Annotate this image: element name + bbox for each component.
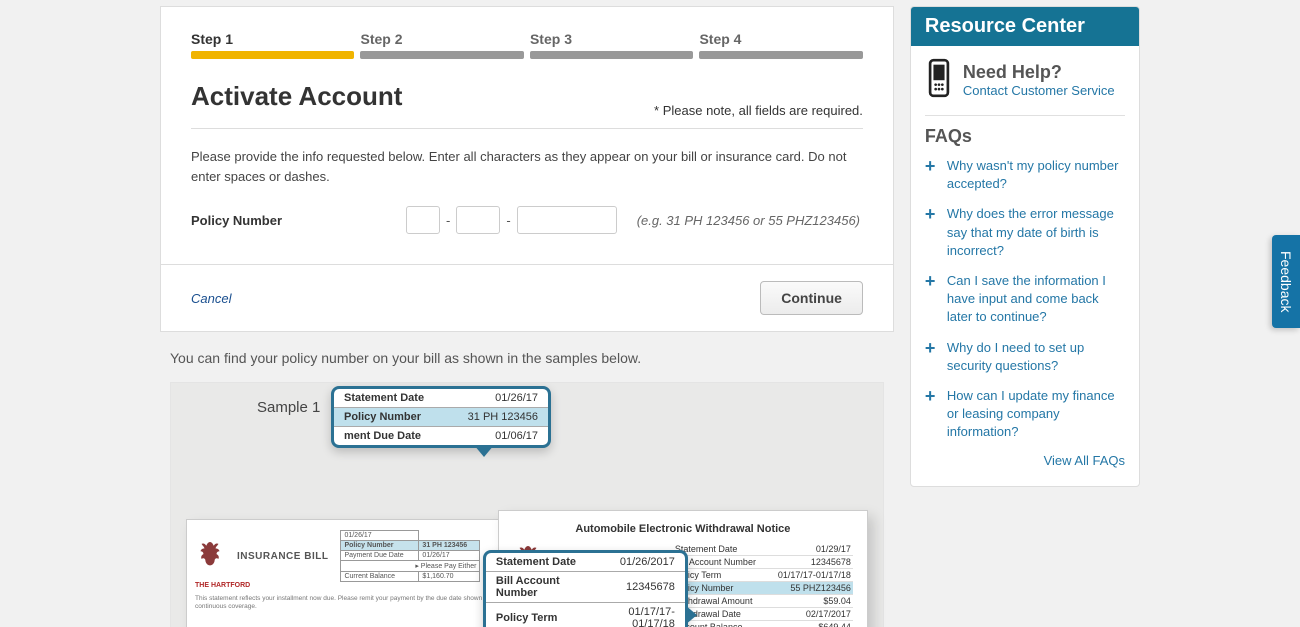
policy-number-inputs: - - [406, 206, 617, 234]
bill2-table: Statement Date01/29/17Bill Account Numbe… [673, 543, 853, 627]
policy-part2-input[interactable] [456, 206, 500, 234]
faqs-title: FAQs [925, 126, 1125, 147]
step-4: Step 4 [699, 31, 862, 59]
sample-stage: Sample 1 Sample 2 INSURANCE BILL [170, 382, 884, 627]
policy-number-label: Policy Number [191, 213, 396, 228]
resource-center-title: Resource Center [911, 7, 1139, 46]
dash: - [446, 213, 450, 228]
policy-part1-input[interactable] [406, 206, 440, 234]
step-label: Step 2 [360, 31, 523, 47]
bill2-title: Automobile Electronic Withdrawal Notice [513, 523, 853, 535]
faq-question: Why do I need to set up security questio… [947, 339, 1125, 375]
faq-item[interactable]: + Why do I need to set up security questi… [925, 339, 1125, 375]
stepper: Step 1 Step 2 Step 3 Step 4 [191, 31, 863, 59]
need-help-block: Need Help? Contact Customer Service [925, 58, 1125, 101]
sample-1-callout: Statement Date01/26/17 Policy Number31 P… [331, 386, 551, 448]
page-title: Activate Account [191, 81, 402, 112]
faq-item[interactable]: + Why does the error message say that my … [925, 205, 1125, 260]
expand-plus-icon: + [925, 387, 939, 405]
view-all-faqs-link[interactable]: View All FAQs [1044, 453, 1125, 468]
expand-plus-icon: + [925, 272, 939, 290]
faq-question: How can I update my finance or leasing c… [947, 387, 1125, 442]
policy-number-row: Policy Number - - (e.g. 31 PH 123456 or … [191, 206, 863, 234]
faq-list: + Why wasn't my policy number accepted? + W… [925, 157, 1125, 441]
faq-item[interactable]: + Why wasn't my policy number accepted? [925, 157, 1125, 193]
policy-example: (e.g. 31 PH 123456 or 55 PHZ123456) [637, 213, 860, 228]
form-actions: Cancel Continue [160, 265, 894, 332]
faq-question: Why wasn't my policy number accepted? [947, 157, 1125, 193]
policy-part3-input[interactable] [517, 206, 617, 234]
sample-2-callout: Statement Date01/26/2017Bill Account Num… [483, 550, 688, 627]
hartford-stag-icon [195, 539, 225, 573]
bill1-mini-table: 01/26/17 Policy Number31 PH 123456 Payme… [340, 530, 480, 582]
sample-area: You can find your policy number on your … [160, 332, 894, 627]
faq-question: Why does the error message say that my d… [947, 205, 1125, 260]
sample-heading: You can find your policy number on your … [170, 350, 884, 366]
contact-customer-service-link[interactable]: Contact Customer Service [963, 83, 1115, 98]
expand-plus-icon: + [925, 205, 939, 223]
cancel-link[interactable]: Cancel [191, 291, 231, 306]
faq-item[interactable]: + Can I save the information I have input… [925, 272, 1125, 327]
dash: - [506, 213, 510, 228]
required-note: * Please note, all fields are required. [654, 103, 863, 118]
step-2: Step 2 [360, 31, 523, 59]
expand-plus-icon: + [925, 157, 939, 175]
phone-icon [925, 58, 953, 101]
sample-1-label: Sample 1 [257, 399, 320, 416]
faq-item[interactable]: + How can I update my finance or leasing … [925, 387, 1125, 442]
step-label: Step 4 [699, 31, 862, 47]
need-help-title: Need Help? [963, 62, 1115, 83]
step-3: Step 3 [530, 31, 693, 59]
continue-button[interactable]: Continue [760, 281, 863, 315]
expand-plus-icon: + [925, 339, 939, 357]
feedback-tab[interactable]: Feedback [1272, 235, 1300, 328]
activation-panel: Step 1 Step 2 Step 3 Step 4 [160, 6, 894, 265]
faq-question: Can I save the information I have input … [947, 272, 1125, 327]
step-label: Step 3 [530, 31, 693, 47]
bill1-title: INSURANCE BILL [237, 551, 328, 562]
resource-center-panel: Resource Center Need Help? Contact Custo… [910, 6, 1140, 487]
instructions-text: Please provide the info requested below.… [191, 147, 863, 186]
step-label: Step 1 [191, 31, 354, 47]
step-1: Step 1 [191, 31, 354, 59]
